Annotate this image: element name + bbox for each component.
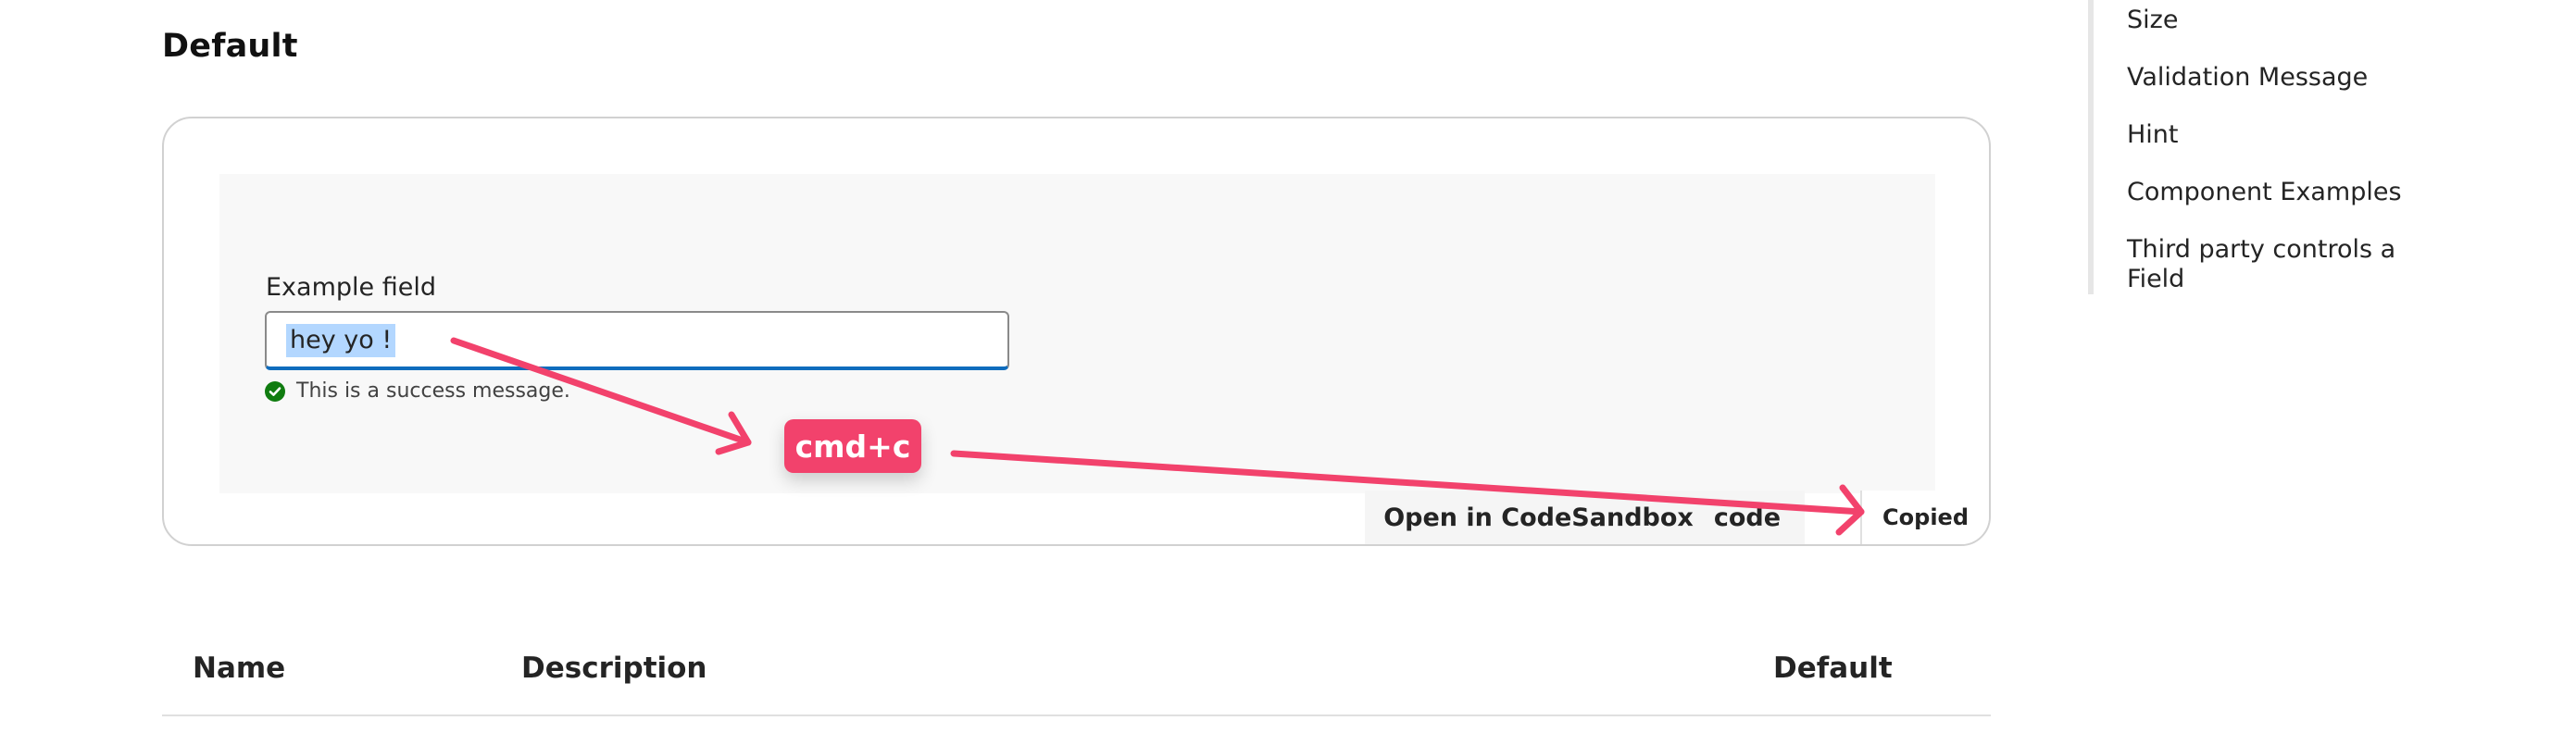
example-actions: Open in CodeSandbox code Copied (1365, 491, 1989, 544)
copy-button[interactable]: Copied (1860, 491, 1989, 544)
column-header-name: Name (193, 652, 286, 685)
column-header-default: Default (1773, 652, 1893, 685)
toc-link-component-examples[interactable]: Component Examples (2127, 178, 2432, 207)
field-label: Example field (266, 273, 436, 302)
docs-page: Default Example field hey yo ! This is a… (0, 0, 2576, 733)
toc-link-third-party-controls[interactable]: Third party controls a Field (2127, 235, 2432, 294)
selected-text-highlight: hey yo ! (286, 324, 396, 357)
validation-text: This is a success message. (296, 379, 570, 403)
toc-link-validation-message[interactable]: Validation Message (2127, 63, 2432, 93)
props-table-header: Name Description Default (162, 637, 1991, 716)
show-code-button[interactable]: code (1713, 491, 1806, 544)
section-heading: Default (162, 28, 298, 65)
example-card: Example field hey yo ! This is a success… (162, 117, 1991, 546)
toc-link-hint[interactable]: Hint (2127, 120, 2432, 150)
open-codesandbox-button[interactable]: Open in CodeSandbox (1365, 491, 1714, 544)
checkmark-circle-icon (265, 380, 285, 402)
shortcut-badge: cmd+c (784, 419, 921, 473)
toc-rail (2088, 0, 2094, 294)
column-header-description: Description (521, 652, 707, 685)
toc-link-size[interactable]: Size (2127, 6, 2432, 35)
example-preview: Example field hey yo ! This is a success… (219, 174, 1935, 493)
validation-message: This is a success message. (265, 379, 570, 403)
